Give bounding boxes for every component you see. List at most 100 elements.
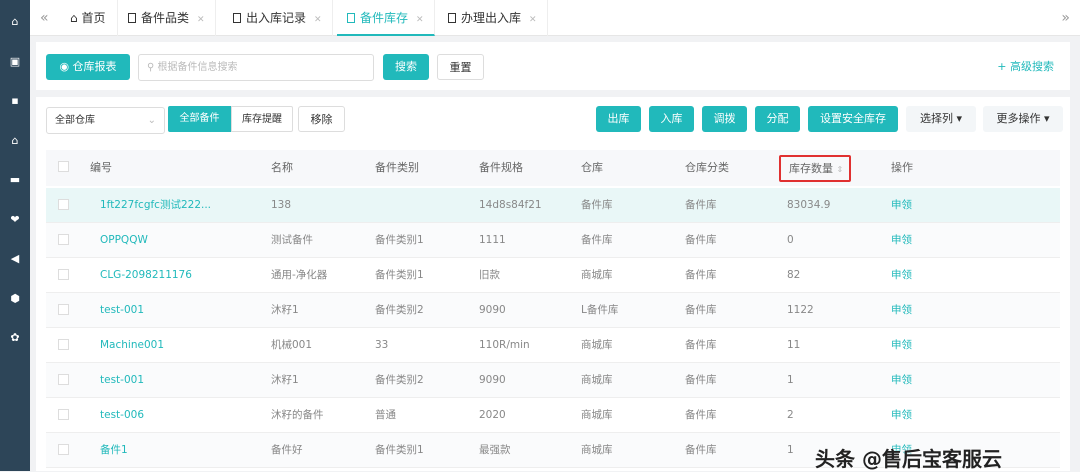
warehouse-select[interactable]: 全部仓库 ⌄ [46, 107, 165, 134]
stock-out-button[interactable]: 出库 [596, 106, 641, 132]
row-checkbox[interactable] [58, 409, 69, 420]
cell-name: 沐籽的备件 [271, 409, 324, 421]
monitor-icon[interactable]: ▬ [7, 172, 23, 188]
apply-link[interactable]: 申领 [891, 188, 912, 223]
apply-link[interactable]: 申领 [891, 328, 912, 363]
cell-name: 测试备件 [271, 234, 313, 246]
cell-warehouse-category: 备件库 [685, 444, 717, 456]
tab-handle-io[interactable]: 办理出入库 ✕ [438, 0, 548, 36]
cell-quantity: 1 [787, 374, 794, 386]
row-checkbox[interactable] [58, 374, 69, 385]
shield-icon[interactable]: ⬢ [7, 291, 23, 307]
cell-warehouse-category: 备件库 [685, 234, 717, 246]
select-all-checkbox[interactable] [58, 161, 69, 172]
cell-code[interactable]: Machine001 [100, 328, 164, 363]
more-actions-button[interactable]: 更多操作 ▾ [983, 106, 1063, 132]
tab-io-records[interactable]: 出入库记录 ✕ [223, 0, 333, 36]
search-input[interactable]: ⚲ 根据备件信息搜索 [138, 54, 374, 81]
row-checkbox[interactable] [58, 304, 69, 315]
cell-spec: 110R/min [479, 339, 530, 351]
row-checkbox[interactable] [58, 199, 69, 210]
scroll-right-icon[interactable]: » [1061, 0, 1070, 36]
tab-spare-category[interactable]: 备件品类 ✕ [118, 0, 216, 36]
sort-icon[interactable]: ⇕ [837, 165, 844, 174]
transfer-button[interactable]: 调拨 [702, 106, 747, 132]
table-row[interactable]: OPPQQW 测试备件 备件类别1 1111 备件库 备件库 0 申领 [46, 223, 1060, 258]
apply-link[interactable]: 申领 [891, 398, 912, 433]
allocate-button[interactable]: 分配 [755, 106, 800, 132]
search-button[interactable]: 搜索 [383, 54, 429, 80]
tab-label: 备件品类 [141, 11, 190, 25]
home-icon[interactable]: ⌂ [7, 14, 23, 30]
apply-link[interactable]: 申领 [891, 293, 912, 328]
advanced-search-link[interactable]: + 高级搜索 [997, 58, 1054, 74]
tab-home[interactable]: ⌂ 首页 [60, 0, 118, 36]
cell-code[interactable]: 备件1 [100, 433, 128, 468]
row-checkbox[interactable] [58, 234, 69, 245]
cell-name: 机械001 [271, 339, 313, 351]
apply-link[interactable]: 申领 [891, 223, 912, 258]
header-stock-quantity[interactable]: 库存数量 ⇕ [779, 155, 852, 182]
stock-in-button[interactable]: 入库 [649, 106, 694, 132]
reset-button[interactable]: 重置 [437, 54, 484, 80]
set-safety-stock-button[interactable]: 设置安全库存 [808, 106, 898, 132]
cell-name: 备件好 [271, 444, 303, 456]
tab-label: 首页 [81, 11, 106, 25]
header-name: 名称 [271, 161, 293, 174]
row-checkbox[interactable] [58, 444, 69, 455]
header-label: 库存数量 [789, 162, 833, 175]
cell-code[interactable]: CLG-2098211176 [100, 258, 192, 293]
cell-warehouse-category: 备件库 [685, 339, 717, 351]
cell-spec: 旧款 [479, 269, 500, 281]
cell-quantity: 0 [787, 234, 794, 246]
sidebar: ⌂ ▣ ▪ ⌂ ▬ ❤ ◀ ⬢ ✿ [0, 0, 30, 471]
document-icon [347, 13, 355, 23]
search-icon: ⚲ [147, 62, 158, 73]
button-label: 更多操作 [996, 112, 1041, 125]
cell-code[interactable]: test-001 [100, 293, 144, 328]
cell-spec: 14d8s84f21 [479, 199, 542, 211]
remove-button[interactable]: 移除 [298, 106, 345, 132]
table-row[interactable]: test-006 沐籽的备件 普通 2020 商城库 备件库 2 申领 [46, 398, 1060, 433]
segment-all-spares[interactable]: 全部备件 [168, 106, 231, 132]
gear-icon[interactable]: ✿ [7, 330, 23, 346]
close-icon[interactable]: ✕ [197, 15, 205, 25]
table-row[interactable]: CLG-2098211176 通用-净化器 备件类别1 旧款 商城库 备件库 82 申领 [46, 258, 1060, 293]
apply-link[interactable]: 申领 [891, 363, 912, 398]
cell-code[interactable]: test-001 [100, 363, 144, 398]
table-row[interactable]: test-001 沐籽1 备件类别2 9090 L备件库 备件库 1122 申领 [46, 293, 1060, 328]
table-row[interactable]: Machine001 机械001 33 110R/min 商城库 备件库 11 申领 [46, 328, 1060, 363]
tab-bar: « ⌂ 首页 备件品类 ✕ 出入库记录 ✕ 备件库存 ✕ 办理出入库 ✕ » [30, 0, 1080, 36]
row-checkbox[interactable] [58, 269, 69, 280]
header-code: 编号 [90, 161, 112, 174]
row-checkbox[interactable] [58, 339, 69, 350]
warehouse-icon[interactable]: ⌂ [7, 133, 23, 149]
cell-code[interactable]: 1ft227fcgfc测试222... [100, 188, 211, 223]
document-icon [128, 13, 136, 23]
cell-code[interactable]: OPPQQW [100, 223, 148, 258]
cell-name: 通用-净化器 [271, 269, 328, 281]
scroll-left-icon[interactable]: « [40, 0, 49, 36]
handshake-icon[interactable]: ❤ [7, 212, 23, 228]
cell-warehouse: 商城库 [581, 269, 613, 281]
segment-stock-alert[interactable]: 库存提醒 [231, 106, 293, 132]
contact-icon[interactable]: ▪ [7, 93, 23, 109]
warehouse-report-button[interactable]: ◉ 仓库报表 [46, 54, 130, 80]
cell-category: 33 [375, 339, 389, 351]
cell-code[interactable]: test-006 [100, 398, 144, 433]
table-row[interactable]: test-001 沐籽1 备件类别2 9090 商城库 备件库 1 申领 [46, 363, 1060, 398]
select-columns-button[interactable]: 选择列 ▾ [906, 106, 976, 132]
close-icon[interactable]: ✕ [529, 15, 537, 25]
tab-spare-stock[interactable]: 备件库存 ✕ [337, 0, 435, 36]
placeholder: 根据备件信息搜索 [157, 62, 238, 73]
cell-quantity: 83034.9 [787, 199, 831, 211]
close-icon[interactable]: ✕ [314, 15, 322, 25]
clipboard-icon[interactable]: ▣ [7, 54, 23, 70]
home-outline-icon: ⌂ [70, 11, 82, 25]
table-row[interactable]: 1ft227fcgfc测试222... 138 14d8s84f21 备件库 备件库 83… [46, 188, 1060, 223]
megaphone-icon[interactable]: ◀ [7, 251, 23, 267]
cell-category: 备件类别2 [375, 304, 424, 316]
apply-link[interactable]: 申领 [891, 258, 912, 293]
close-icon[interactable]: ✕ [416, 15, 424, 25]
cell-spec: 1111 [479, 234, 506, 246]
